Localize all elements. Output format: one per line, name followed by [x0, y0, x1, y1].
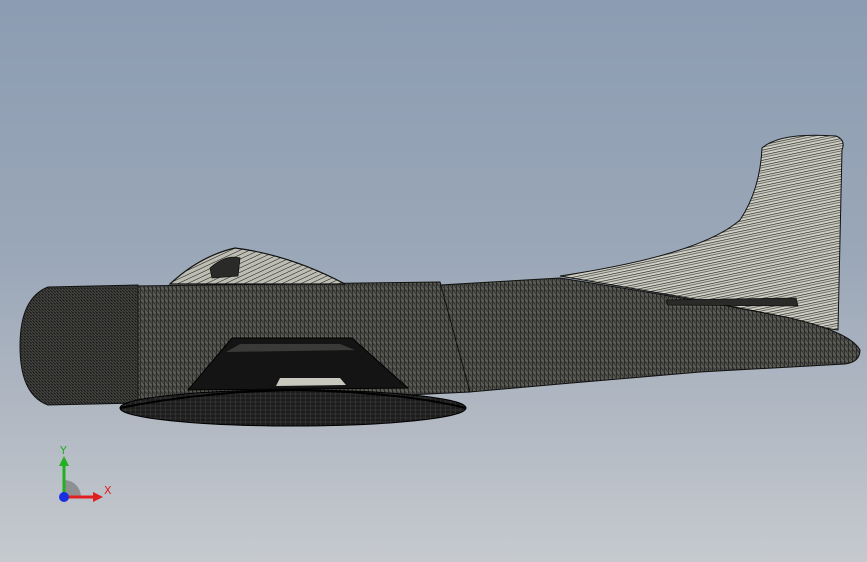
y-axis-label: Y	[59, 444, 67, 457]
z-axis-dot	[59, 492, 69, 502]
x-axis-arrow	[93, 492, 103, 502]
wing-root-panel	[276, 378, 346, 386]
wing	[119, 389, 467, 427]
y-axis-arrow	[59, 456, 69, 466]
x-axis-label: X	[104, 484, 112, 497]
engine-cowling	[19, 284, 139, 406]
canopy	[168, 247, 346, 285]
aircraft-model[interactable]	[0, 0, 867, 562]
coordinate-triad: Y X	[59, 444, 112, 502]
3d-viewport[interactable]: Y X	[0, 0, 867, 562]
